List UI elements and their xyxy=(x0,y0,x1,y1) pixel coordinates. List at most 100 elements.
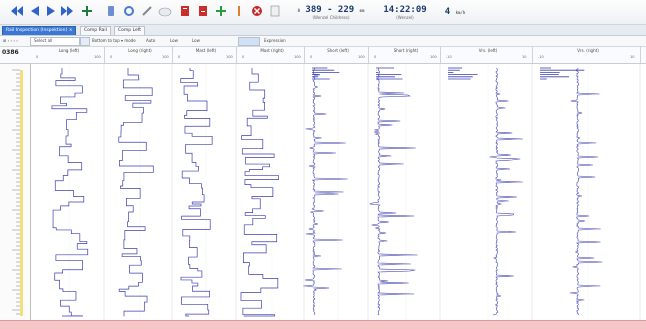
tab-comp-left[interactable]: Comp Left xyxy=(114,26,146,35)
column-scale-max-3: 100 xyxy=(294,55,301,59)
last-record-button[interactable] xyxy=(60,4,74,18)
position-number: 389 - 229 xyxy=(305,4,355,15)
settings-button[interactable] xyxy=(122,4,136,18)
trace-line-1 xyxy=(118,68,154,317)
time-readout: 14:22:09 (Wenzel) xyxy=(380,2,430,22)
previous-record-icon xyxy=(31,6,39,16)
speed-value: 4 km/h xyxy=(445,7,465,17)
first-record-icon xyxy=(11,6,23,16)
add-icon xyxy=(216,6,226,16)
low-dropdown-1[interactable]: Low xyxy=(170,37,178,45)
column-separator[interactable] xyxy=(304,47,305,63)
column-scale-max-0: 100 xyxy=(94,55,101,59)
column-scale-min-1: 0 xyxy=(110,55,113,59)
first-record-button[interactable] xyxy=(10,4,24,18)
position-prefix: 0 xyxy=(297,7,300,13)
edit-button[interactable] xyxy=(140,4,154,18)
column-separator[interactable] xyxy=(640,47,641,63)
column-title-6[interactable]: Vrs. (left) xyxy=(444,48,532,53)
document-tabbar: Rail Inspection (Inspektion) × Comp Rail… xyxy=(0,25,646,36)
column-scale-min-0: 0 xyxy=(36,55,39,59)
column-scale-max-1: 100 xyxy=(162,55,169,59)
database-button[interactable] xyxy=(104,4,118,18)
report-export-icon xyxy=(199,6,207,16)
select-all-checkbox[interactable] xyxy=(80,37,90,46)
column-title-3[interactable]: Mast (right) xyxy=(240,48,304,53)
column-scale-max-6: 10 xyxy=(522,55,527,59)
low-dropdown-2[interactable]: Low xyxy=(192,37,200,45)
position-subtitle: (Wenzel Childress) xyxy=(312,14,350,20)
column-title-4[interactable]: Short (left) xyxy=(308,48,368,53)
column-scale-min-5: 0 xyxy=(374,55,377,59)
column-separator[interactable] xyxy=(368,47,369,63)
column-scale-max-4: 100 xyxy=(358,55,365,59)
column-scale-max-7: 10 xyxy=(630,55,635,59)
column-scale-min-3: 0 xyxy=(242,55,245,59)
add-record-icon xyxy=(82,6,92,16)
marker-button[interactable] xyxy=(232,4,246,18)
report-export-button[interactable] xyxy=(196,4,210,18)
column-scale-max-2: 100 xyxy=(226,55,233,59)
position-readout: 0 389 - 229 mm (Wenzel Childress) xyxy=(292,2,370,22)
expression-checkbox-label[interactable]: Expression xyxy=(264,37,286,45)
settings-icon xyxy=(124,6,134,16)
column-separator[interactable] xyxy=(440,47,441,63)
next-record-icon xyxy=(47,6,55,16)
cloud-button[interactable] xyxy=(158,4,172,18)
next-record-button[interactable] xyxy=(44,4,58,18)
depth-header: 0386 xyxy=(2,49,19,56)
cloud-icon xyxy=(158,7,172,17)
trace-line-5 xyxy=(369,67,418,316)
trace-plot-area[interactable] xyxy=(0,64,646,320)
previous-record-button[interactable] xyxy=(28,4,42,18)
speed-readout: 4 km/h xyxy=(440,2,470,22)
column-title-1[interactable]: Long (right) xyxy=(108,48,172,53)
column-separator[interactable] xyxy=(104,47,105,63)
trace-line-4 xyxy=(303,67,348,316)
report-icon xyxy=(181,6,189,16)
select-all-label: Select all xyxy=(34,38,53,43)
stop-icon xyxy=(252,6,262,16)
depth-ruler-bar xyxy=(20,70,23,316)
time-subtitle: (Wenzel) xyxy=(396,14,414,20)
trace-line-7 xyxy=(569,68,603,316)
document-button[interactable] xyxy=(268,4,282,18)
tab-comp-rail[interactable]: Comp Rail xyxy=(80,26,111,35)
add-record-button[interactable] xyxy=(80,4,94,18)
edit-icon xyxy=(142,6,152,16)
view-nav-buttons[interactable]: ⊞ ‹ › ‹ › xyxy=(3,37,18,45)
time-value: 14:22:09 xyxy=(383,4,427,15)
stop-button[interactable] xyxy=(250,4,264,18)
zoom-control[interactable] xyxy=(238,37,260,46)
column-scale-max-5: 100 xyxy=(430,55,437,59)
last-record-icon xyxy=(61,6,73,16)
view-toolbar: ⊞ ‹ › ‹ › Select all Bottom to top ▾ mod… xyxy=(0,36,646,47)
column-scale-min-6: -10 xyxy=(446,55,452,59)
trace-line-3 xyxy=(240,68,279,317)
add-button[interactable] xyxy=(214,4,228,18)
position-value: 0 389 - 229 mm xyxy=(298,5,365,15)
column-title-0[interactable]: Long (left) xyxy=(34,48,104,53)
column-separator[interactable] xyxy=(172,47,173,63)
column-scale-min-4: 0 xyxy=(310,55,313,59)
track-header-row: 0386 Long (left) 0 100 Long (right) 0 100 Mast… xyxy=(0,47,646,64)
auto-dropdown[interactable]: Auto xyxy=(146,37,155,45)
speed-number: 4 xyxy=(444,7,451,17)
position-unit: mm xyxy=(359,7,365,13)
trace-line-2 xyxy=(180,68,213,317)
column-separator[interactable] xyxy=(236,47,237,63)
column-separator[interactable] xyxy=(532,47,533,63)
trace-line-6 xyxy=(489,67,523,316)
order-mode-dropdown[interactable]: Bottom to top ▾ mode xyxy=(92,37,136,45)
report-button[interactable] xyxy=(178,4,192,18)
column-title-7[interactable]: Vrs. (right) xyxy=(536,48,640,53)
column-scale-min-7: -10 xyxy=(538,55,544,59)
column-title-2[interactable]: Mast (left) xyxy=(176,48,236,53)
document-icon xyxy=(270,5,280,17)
column-title-5[interactable]: Short (right) xyxy=(372,48,440,53)
main-toolbar: 0 389 - 229 mm (Wenzel Childress) 14:22:… xyxy=(0,0,646,25)
depth-ruler-svg xyxy=(12,69,23,316)
depth-ruler[interactable] xyxy=(0,64,31,320)
trace-plot-svg[interactable] xyxy=(31,64,646,320)
tab-rail-inspection[interactable]: Rail Inspection (Inspektion) × xyxy=(2,26,77,35)
